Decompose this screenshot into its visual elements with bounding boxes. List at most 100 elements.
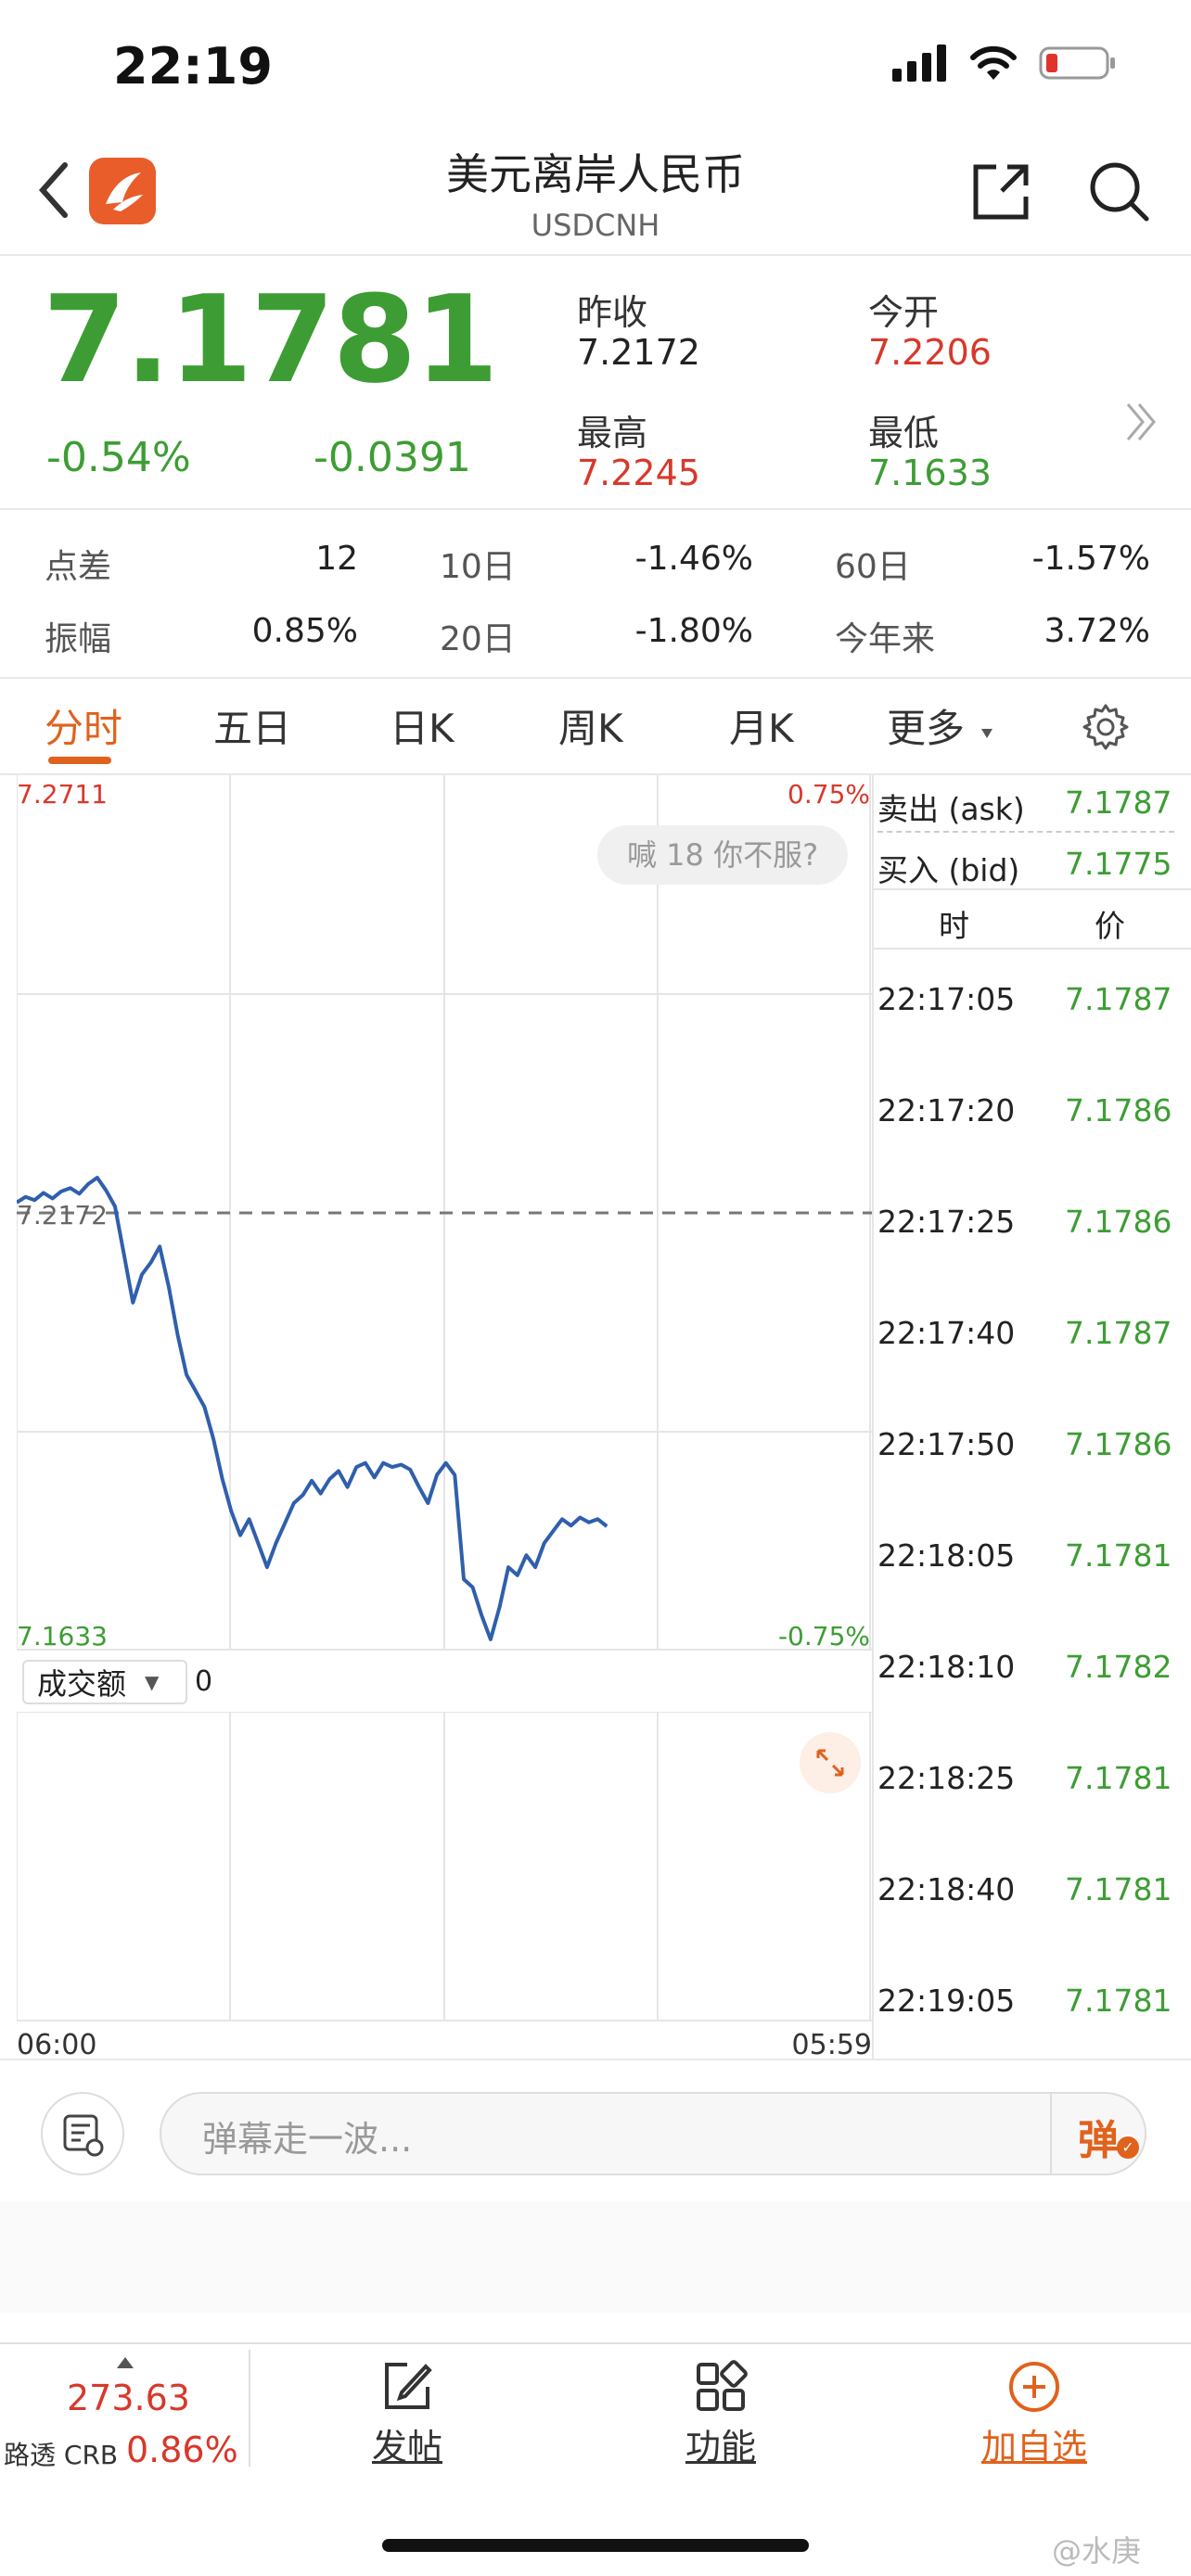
divider (0, 254, 1191, 256)
index-percent: 0.86% (126, 2429, 238, 2470)
signal-icon (892, 45, 946, 82)
tick-row: 22:18:25 7.1781 (877, 1760, 1184, 1797)
low-value: 7.1633 (868, 453, 992, 493)
expand-details-button[interactable] (1122, 399, 1159, 445)
divider (872, 948, 1191, 950)
open-label: 今开 (868, 292, 940, 333)
tab-active-indicator (48, 757, 111, 764)
spread-value: 12 (315, 540, 358, 578)
nav-functions[interactable]: 功能 (670, 2359, 772, 2470)
y-axis-low-label: 7.1633 (17, 1621, 108, 1651)
change-value: -0.0391 (314, 434, 471, 481)
current-price: 7.1781 (43, 269, 499, 410)
grid-apps-icon (697, 2360, 748, 2411)
bottom-blank-area (0, 2201, 1191, 2313)
d10-value: -1.46% (634, 540, 753, 578)
d60-label: 60日 (835, 548, 911, 586)
share-icon (973, 164, 1029, 220)
spread-label: 点差 (45, 548, 112, 586)
high-value: 7.2245 (577, 453, 700, 493)
tick-row: 22:18:40 7.1781 (877, 1871, 1184, 1908)
nav-post-label: 发帖 (371, 2427, 442, 2468)
change-percent: -0.54% (46, 434, 191, 481)
tab-more[interactable]: 更多 (887, 697, 965, 754)
tab-daily-k[interactable]: 日K (390, 697, 455, 754)
tab-monthly-k[interactable]: 月K (729, 697, 794, 754)
price-chart[interactable] (17, 775, 872, 1651)
tab-weekly-k[interactable]: 周K (558, 697, 623, 754)
expand-icon (816, 1749, 844, 1777)
volume-value: 0 (195, 1665, 213, 1698)
tick-price: 7.1786 (1065, 1204, 1172, 1240)
tick-price: 7.1786 (1065, 1092, 1172, 1129)
nav-add-watchlist-label: 加自选 (980, 2427, 1087, 2468)
tick-time: 22:17:05 (877, 981, 1016, 1017)
amplitude-label: 振幅 (45, 620, 112, 658)
d20-label: 20日 (440, 620, 516, 658)
bid-value: 7.1775 (1065, 846, 1172, 882)
divider (0, 2059, 1191, 2060)
search-icon (1090, 162, 1149, 222)
tick-row: 22:18:05 7.1781 (877, 1537, 1184, 1575)
dropdown-arrow-icon: ▼ (145, 1671, 160, 1693)
double-chevron-right-icon (1126, 403, 1156, 440)
danmu-list-button[interactable] (41, 2092, 124, 2175)
search-button[interactable] (1085, 158, 1152, 224)
wifi-icon (970, 45, 1017, 80)
volume-selector[interactable]: 成交额 ▼ (22, 1660, 187, 1704)
home-indicator (382, 2539, 809, 2552)
open-value: 7.2206 (868, 332, 992, 373)
d10-label: 10日 (440, 548, 516, 586)
battery-icon (1039, 46, 1115, 80)
prev-close-label: 昨收 (577, 292, 648, 333)
tick-price: 7.1782 (1065, 1649, 1172, 1685)
gear-icon (1082, 704, 1129, 750)
tick-time: 22:18:40 (877, 1871, 1016, 1907)
tick-price: 7.1786 (1065, 1426, 1172, 1462)
price-line (17, 1176, 608, 1641)
divider (872, 888, 1191, 890)
tab-intraday[interactable]: 分时 (45, 697, 122, 754)
divider (0, 508, 1191, 510)
tick-row: 22:17:05 7.1787 (877, 981, 1184, 1018)
ask-label: 卖出 (ask) (877, 791, 1025, 827)
tick-time: 22:17:40 (877, 1315, 1016, 1351)
status-time: 22:19 (113, 37, 273, 96)
danmu-input[interactable]: 弹幕走一波... 弹 ✓ (160, 2092, 1146, 2175)
x-axis-end-label: 05:59 (791, 2029, 872, 2061)
tooltip-bubble[interactable]: 喊 18 你不服? (597, 825, 849, 885)
tick-time: 22:17:25 (877, 1204, 1016, 1240)
watermark: @水庚 (1052, 2533, 1142, 2569)
high-label: 最高 (577, 413, 648, 453)
index-widget[interactable]: 273.63 路透 CRB 0.86% (0, 2344, 249, 2474)
chart-settings-button[interactable] (1082, 703, 1130, 751)
book-col-time: 时 (939, 908, 969, 944)
tab-five-day[interactable]: 五日 (213, 697, 291, 754)
nav-add-watchlist[interactable]: 加自选 (974, 2359, 1095, 2470)
x-axis-start-label: 06:00 (17, 2029, 97, 2061)
share-button[interactable] (968, 159, 1033, 224)
d20-value: -1.80% (634, 612, 753, 650)
tick-row: 22:18:10 7.1782 (877, 1649, 1184, 1686)
danmu-send-button[interactable]: 弹 (1078, 2107, 1119, 2166)
danmu-send-divider (1050, 2094, 1052, 2174)
reference-line-label: 7.2172 (17, 1200, 108, 1231)
ask-value: 7.1787 (1065, 784, 1172, 821)
plus-circle-icon (1009, 2362, 1059, 2412)
tick-time: 22:18:25 (877, 1760, 1016, 1796)
check-badge-icon: ✓ (1117, 2136, 1139, 2159)
tick-row: 22:17:50 7.1786 (877, 1426, 1184, 1463)
volume-selector-label: 成交额 (37, 1666, 127, 1702)
book-col-price: 价 (1095, 908, 1125, 944)
tick-price: 7.1781 (1065, 1760, 1172, 1796)
tick-row: 22:19:05 7.1781 (877, 1983, 1184, 2020)
ytd-label: 今年来 (835, 620, 936, 658)
book-panel-border (872, 775, 874, 2059)
edit-icon (385, 2363, 432, 2409)
ask-bid-divider (877, 831, 1174, 833)
d60-value: -1.57% (1031, 540, 1150, 578)
tick-price: 7.1787 (1065, 1315, 1172, 1351)
fullscreen-button[interactable] (800, 1732, 861, 1793)
nav-post[interactable]: 发帖 (356, 2359, 458, 2470)
y-axis-low-pct-label: -0.75% (777, 1621, 870, 1651)
